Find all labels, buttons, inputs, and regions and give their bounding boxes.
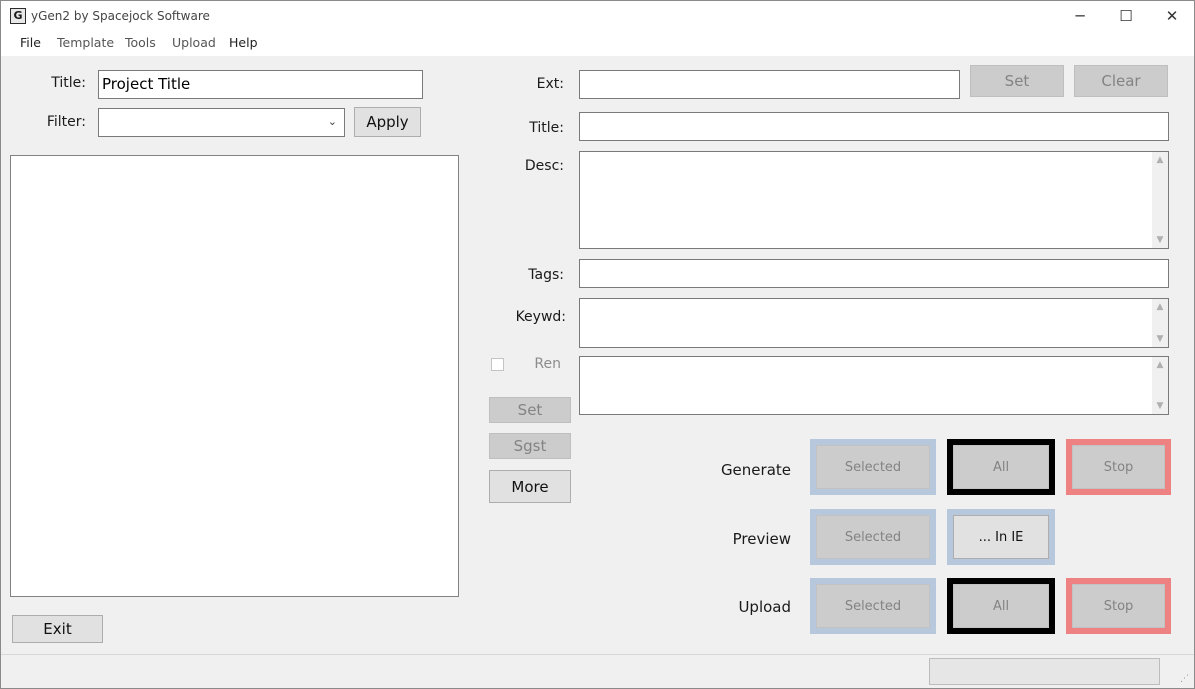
more-button[interactable]: More (489, 470, 571, 503)
template-list[interactable] (10, 155, 459, 597)
upload-label: Upload (738, 598, 791, 616)
preview-in-ie-button[interactable]: ... In IE (953, 515, 1049, 559)
menu-upload[interactable]: Upload (172, 35, 216, 50)
tags-label: Tags: (528, 267, 564, 283)
apply-button[interactable]: Apply (354, 107, 421, 137)
upload-selected-button[interactable]: Selected (816, 584, 930, 628)
scroll-down-icon[interactable]: ▼ (1152, 401, 1168, 411)
menu-template[interactable]: Template (57, 35, 114, 50)
scroll-up-icon[interactable]: ▲ (1152, 302, 1168, 312)
upload-stop-button[interactable]: Stop (1072, 584, 1165, 628)
scroll-up-icon[interactable]: ▲ (1152, 155, 1168, 165)
desc-scrollbar[interactable]: ▲ ▼ (1152, 152, 1168, 248)
generate-stop-button[interactable]: Stop (1072, 445, 1165, 489)
ext-input[interactable] (579, 70, 960, 99)
upload-selected-frame: Selected (810, 578, 936, 634)
tags-input[interactable] (579, 259, 1169, 288)
progress-bar (929, 658, 1160, 685)
generate-label: Generate (720, 461, 791, 479)
maximize-button[interactable]: ☐ (1103, 1, 1149, 32)
scroll-down-icon[interactable]: ▼ (1152, 235, 1168, 245)
keywd-label: Keywd: (515, 309, 566, 325)
upload-stop-frame: Stop (1066, 578, 1171, 634)
chevron-down-icon[interactable]: ⌄ (328, 115, 337, 128)
resize-grip-icon[interactable]: ⋰ (1180, 674, 1192, 686)
ext-set-button[interactable]: Set (970, 65, 1064, 97)
menu-file[interactable]: File (20, 35, 41, 50)
ren-label: Ren (534, 356, 561, 372)
preview-selected-frame: Selected (810, 509, 936, 565)
generate-all-button[interactable]: All (953, 445, 1049, 489)
generate-selected-button[interactable]: Selected (816, 445, 930, 489)
item-title-label: Title: (529, 120, 564, 136)
desc-label: Desc: (524, 158, 564, 174)
scroll-up-icon[interactable]: ▲ (1152, 360, 1168, 370)
preview-selected-button[interactable]: Selected (816, 515, 930, 559)
app-icon: G (10, 8, 26, 24)
ren-checkbox[interactable] (491, 358, 504, 371)
keywd-textarea[interactable]: ▲ ▼ (579, 298, 1169, 348)
filter-label: Filter: (46, 114, 86, 130)
keywd-scrollbar[interactable]: ▲ ▼ (1152, 299, 1168, 347)
menu-help[interactable]: Help (229, 35, 258, 50)
upload-all-frame: All (947, 578, 1055, 634)
filter-combo[interactable]: ⌄ (98, 108, 345, 137)
menu-tools[interactable]: Tools (125, 35, 156, 50)
generate-stop-frame: Stop (1066, 439, 1171, 495)
app-window: G yGen2 by Spacejock Software ─ ☐ ✕ File… (0, 0, 1195, 689)
ren-textarea[interactable]: ▲ ▼ (579, 356, 1169, 415)
ext-clear-button[interactable]: Clear (1074, 65, 1168, 97)
window-title: yGen2 by Spacejock Software (31, 9, 210, 23)
exit-button[interactable]: Exit (12, 615, 103, 643)
upload-all-button[interactable]: All (953, 584, 1049, 628)
scroll-down-icon[interactable]: ▼ (1152, 334, 1168, 344)
ren-set-button[interactable]: Set (489, 397, 571, 423)
generate-selected-frame: Selected (810, 439, 936, 495)
minimize-button[interactable]: ─ (1057, 1, 1103, 32)
ren-scrollbar[interactable]: ▲ ▼ (1152, 357, 1168, 414)
desc-textarea[interactable]: ▲ ▼ (579, 151, 1169, 249)
preview-label: Preview (732, 530, 791, 548)
generate-all-frame: All (947, 439, 1055, 495)
project-title-label: Title: (51, 75, 86, 91)
close-button[interactable]: ✕ (1149, 1, 1194, 32)
preview-in-ie-frame: ... In IE (947, 509, 1055, 565)
project-title-input[interactable]: Project Title (98, 70, 423, 99)
suggest-button[interactable]: Sgst (489, 433, 571, 459)
item-title-input[interactable] (579, 112, 1169, 141)
ext-label: Ext: (536, 76, 564, 92)
